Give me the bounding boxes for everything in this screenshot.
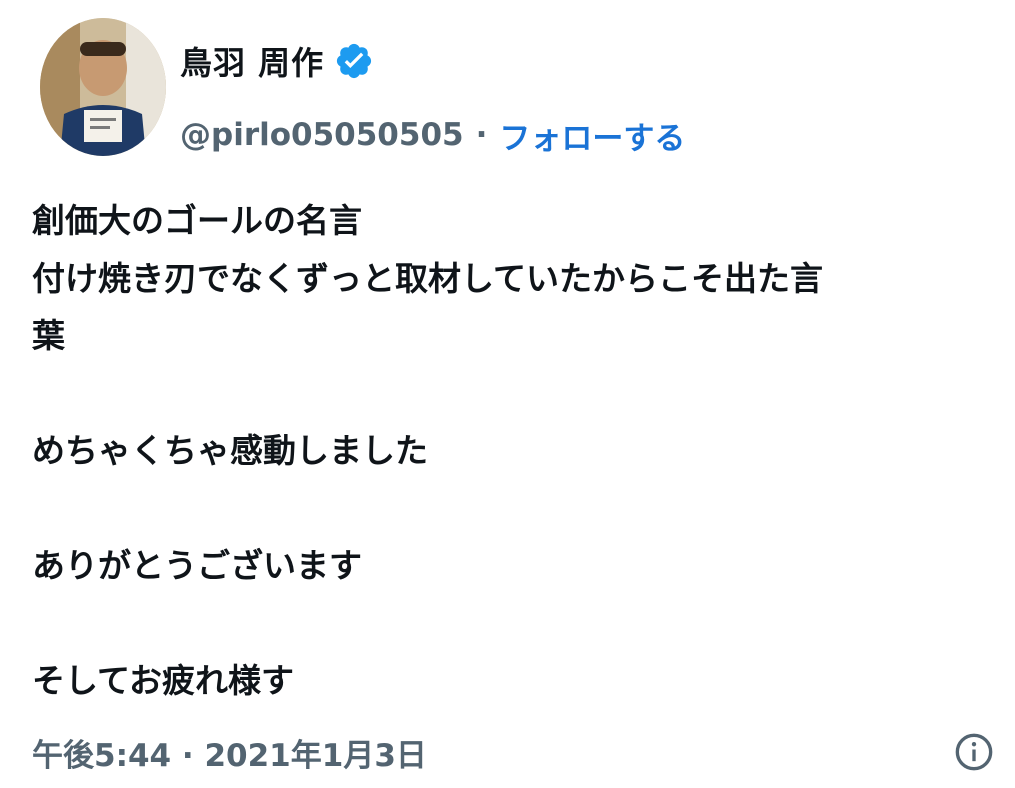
tweet-line: 葉 bbox=[32, 316, 65, 355]
user-handle[interactable]: @pirlo05050505 bbox=[180, 117, 464, 153]
name-row: 鳥羽 周作 bbox=[180, 36, 374, 86]
tweet-line bbox=[32, 480, 982, 538]
tweet-card: 鳥羽 周作 @pirlo05050505 · フォローする 創価大のゴールの名言… bbox=[0, 0, 1015, 788]
verified-badge-icon bbox=[334, 41, 374, 81]
follow-button[interactable]: フォローする bbox=[499, 113, 685, 158]
tweet-footer: 午後5:44 · 2021年1月3日 bbox=[32, 724, 994, 780]
tweet-header: 鳥羽 周作 @pirlo05050505 · フォローする bbox=[30, 18, 985, 158]
avatar[interactable] bbox=[40, 18, 166, 156]
info-icon[interactable] bbox=[954, 732, 994, 772]
handle-row: @pirlo05050505 · フォローする bbox=[180, 110, 685, 160]
tweet-line: めちゃくちゃ感動しました bbox=[32, 431, 428, 470]
tweet-text: 創価大のゴールの名言 付け焼き刃でなくずっと取材していたからこそ出た言 葉 めち… bbox=[32, 192, 982, 710]
tweet-line: 付け焼き刃でなくずっと取材していたからこそ出た言 bbox=[32, 258, 824, 298]
tweet-line bbox=[32, 595, 982, 653]
tweet-line: 創価大のゴールの名言 bbox=[32, 201, 362, 240]
tweet-line: そしてお疲れ様す bbox=[32, 661, 295, 700]
separator-dot: · bbox=[475, 117, 488, 153]
tweet-timestamp[interactable]: 午後5:44 · 2021年1月3日 bbox=[32, 730, 427, 775]
tweet-line: ありがとうございます bbox=[32, 546, 362, 585]
avatar-image bbox=[40, 18, 166, 156]
tweet-line bbox=[32, 365, 982, 423]
display-name[interactable]: 鳥羽 周作 bbox=[180, 38, 324, 84]
